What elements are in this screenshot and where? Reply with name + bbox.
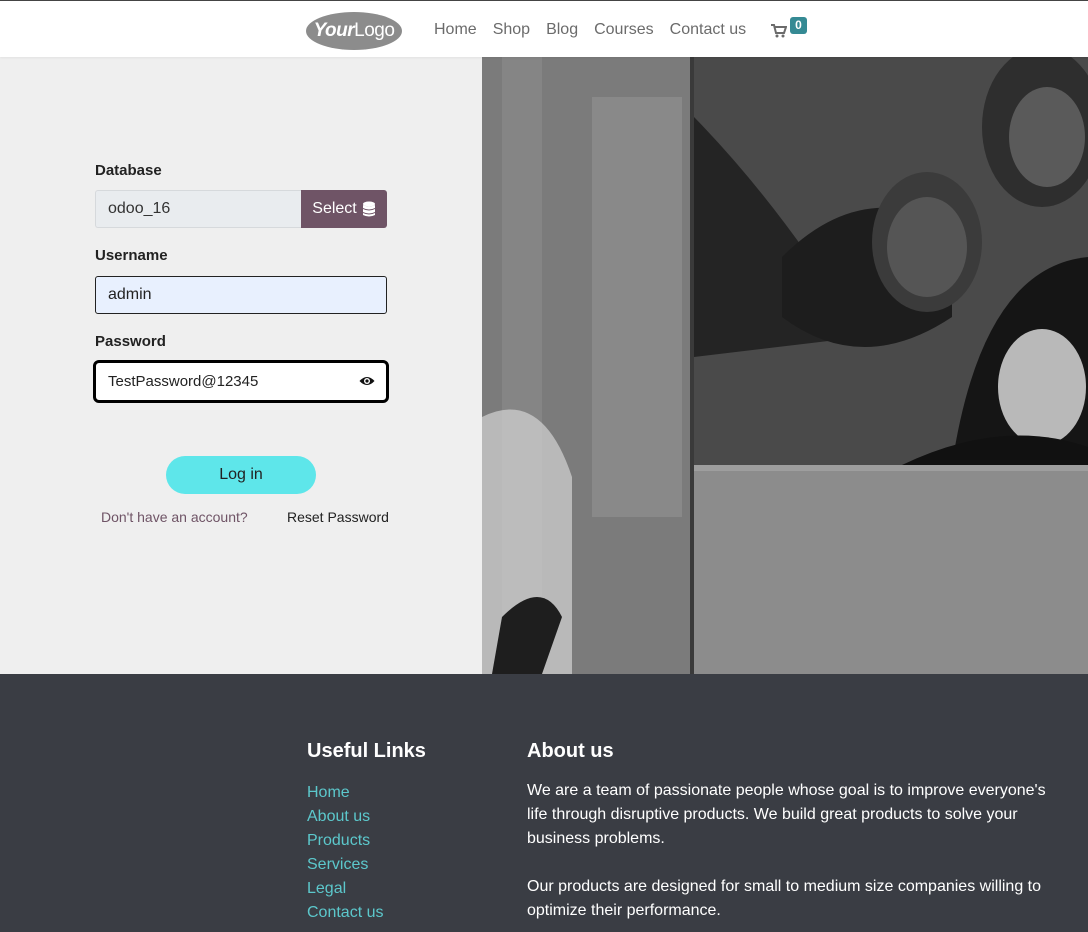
login-button[interactable]: Log in (166, 456, 316, 494)
logo-text-bold: Your (313, 20, 355, 41)
main-nav: Home Shop Blog Courses Contact us (426, 1, 754, 58)
footer-link-about-us[interactable]: About us (307, 805, 383, 829)
site-logo[interactable]: Your Logo (306, 12, 402, 50)
about-us-heading: About us (527, 740, 614, 762)
nav-blog[interactable]: Blog (546, 21, 578, 39)
footer-link-products[interactable]: Products (307, 829, 383, 853)
signup-link[interactable]: Don't have an account? (101, 509, 248, 525)
database-icon (362, 201, 375, 217)
username-label: Username (95, 247, 168, 264)
cart-icon (771, 24, 787, 38)
database-field: odoo_16 (95, 190, 301, 228)
password-label: Password (95, 333, 166, 350)
site-footer: Useful Links Home About us Products Serv… (0, 674, 1088, 932)
useful-links-list: Home About us Products Services Legal Co… (307, 781, 383, 925)
nav-home[interactable]: Home (434, 21, 477, 39)
password-field[interactable]: TestPassword@12345 (93, 360, 389, 403)
select-database-button[interactable]: Select (301, 190, 387, 228)
footer-link-services[interactable]: Services (307, 853, 383, 877)
nav-courses[interactable]: Courses (594, 21, 654, 39)
about-paragraph-2: Our products are designed for small to m… (527, 878, 1042, 919)
reset-password-link[interactable]: Reset Password (287, 509, 389, 525)
nav-shop[interactable]: Shop (493, 21, 530, 39)
eye-icon[interactable] (359, 375, 375, 387)
useful-links-heading: Useful Links (307, 740, 426, 762)
nav-contact-us[interactable]: Contact us (670, 21, 746, 39)
database-label: Database (95, 162, 162, 179)
footer-link-contact-us[interactable]: Contact us (307, 901, 383, 925)
select-button-label: Select (312, 200, 357, 217)
hero-photo (482, 57, 1088, 674)
about-us-text: We are a team of passionate people whose… (527, 779, 1067, 923)
username-field[interactable]: admin (95, 276, 387, 314)
about-paragraph-1: We are a team of passionate people whose… (527, 782, 1046, 847)
site-header: Your Logo Home Shop Blog Courses Contact … (0, 0, 1088, 57)
database-group: odoo_16 Select (95, 190, 387, 228)
cart-count-badge: 0 (790, 17, 807, 34)
logo-text-light: Logo (354, 20, 395, 41)
cart-button[interactable]: 0 (771, 17, 811, 44)
footer-link-home[interactable]: Home (307, 781, 383, 805)
password-value: TestPassword@12345 (108, 373, 259, 390)
footer-link-legal[interactable]: Legal (307, 877, 383, 901)
